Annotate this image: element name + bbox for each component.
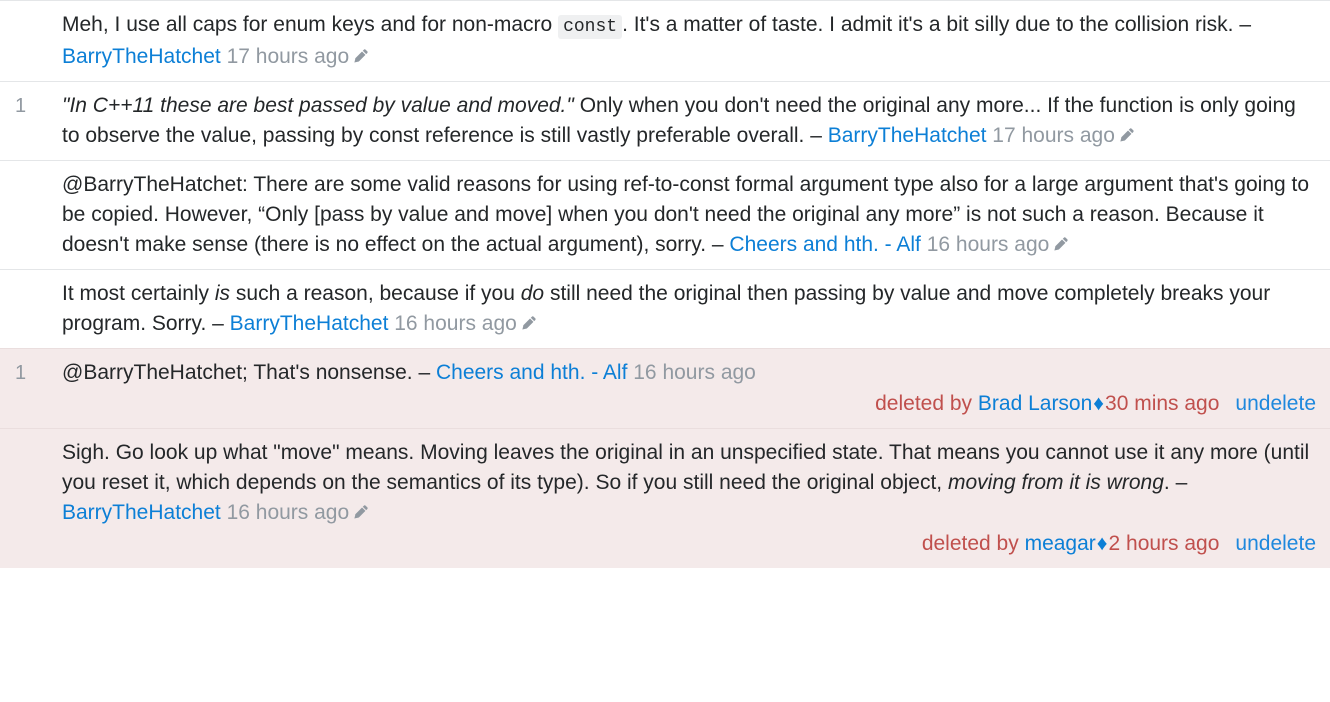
comment-score: 1 [15, 362, 27, 384]
edit-pencil-icon[interactable] [1053, 236, 1070, 253]
comment-body-cell: @BarryTheHatchet: There are some valid r… [62, 160, 1330, 270]
deleted-by-line: deleted by Brad Larson♦30 mins ago undele… [62, 389, 1316, 419]
comment-row: Meh, I use all caps for enum keys and fo… [0, 0, 1330, 82]
comment-copy: It most certainly is such a reason, beca… [62, 279, 1316, 339]
comment-row: 1 @BarryTheHatchet; That's nonsense. – Ch… [0, 348, 1330, 429]
comment-text: such a reason, because if you [230, 282, 521, 305]
comment-timestamp: 17 hours ago [220, 45, 350, 68]
comment-text: @BarryTheHatchet; That's nonsense. [62, 361, 419, 384]
undelete-link[interactable]: undelete [1235, 532, 1316, 555]
edit-pencil-icon[interactable] [353, 504, 370, 521]
comment-dash: – [212, 312, 230, 335]
comment-row: 1 "In C++11 these are best passed by valu… [0, 81, 1330, 161]
comment-copy: "In C++11 these are best passed by value… [62, 91, 1316, 151]
comment-score: 1 [15, 95, 27, 117]
comment-row: It most certainly is such a reason, beca… [0, 269, 1330, 349]
comment-score-cell [0, 160, 62, 270]
comment-text: @BarryTheHatchet: There are some valid r… [62, 173, 1310, 256]
comment-emphasis: is [214, 282, 231, 305]
comment-score [0, 442, 15, 464]
deleted-by-label: deleted by [875, 392, 973, 415]
comment-text: Meh, I use all caps for enum keys and fo… [62, 13, 559, 36]
comment-dash: – [1239, 13, 1252, 36]
comment-row: Sigh. Go look up what "move" means. Movi… [0, 428, 1330, 568]
edit-pencil-icon[interactable] [353, 48, 370, 65]
comment-dash: – [418, 361, 436, 384]
comment-text: It most certainly [62, 282, 215, 305]
moderator-diamond-icon: ♦ [1096, 532, 1108, 555]
comment-dash: – [1175, 471, 1188, 494]
comment-copy: @BarryTheHatchet: There are some valid r… [62, 170, 1316, 260]
deleting-moderator-link[interactable]: meagar [1025, 532, 1096, 555]
comment-copy: @BarryTheHatchet; That's nonsense. – Che… [62, 358, 1316, 388]
comment-dash: – [810, 124, 828, 147]
comments-list: Meh, I use all caps for enum keys and fo… [0, 0, 1330, 568]
comment-dash: – [711, 233, 730, 256]
deleting-moderator-link[interactable]: Brad Larson [978, 392, 1092, 415]
comment-author-link[interactable]: Cheers and hth. - Alf [729, 233, 920, 256]
deleted-timestamp: 2 hours ago [1108, 532, 1220, 555]
inline-code: const [558, 15, 623, 39]
comment-body-cell: @BarryTheHatchet; That's nonsense. – Che… [62, 348, 1330, 429]
comment-timestamp: 16 hours ago [627, 361, 756, 384]
comment-author-link[interactable]: BarryTheHatchet [230, 312, 389, 335]
moderator-diamond-icon: ♦ [1093, 392, 1105, 415]
comment-score [0, 174, 15, 196]
comment-copy: Sigh. Go look up what "move" means. Movi… [62, 438, 1316, 528]
comment-text: . [1163, 471, 1176, 494]
comment-copy: Meh, I use all caps for enum keys and fo… [62, 10, 1316, 72]
comment-score-cell: 1 [0, 348, 62, 429]
comment-timestamp: 16 hours ago [388, 312, 517, 335]
comment-score [0, 14, 15, 36]
edit-pencil-icon[interactable] [1119, 127, 1136, 144]
comment-timestamp: 16 hours ago [220, 501, 350, 524]
comment-row: @BarryTheHatchet: There are some valid r… [0, 160, 1330, 270]
comment-score-cell [0, 269, 62, 349]
comment-author-link[interactable]: BarryTheHatchet [62, 45, 221, 68]
comment-body-cell: It most certainly is such a reason, beca… [62, 269, 1330, 349]
comment-emphasis: do [520, 282, 545, 305]
comment-text: . It's a matter of taste. I admit it's a… [622, 13, 1240, 36]
deleted-by-line: deleted by meagar♦2 hours ago undelete [62, 529, 1316, 559]
comment-body-cell: Sigh. Go look up what "move" means. Movi… [62, 428, 1330, 568]
edit-pencil-icon[interactable] [521, 315, 538, 332]
comments-body: Meh, I use all caps for enum keys and fo… [0, 0, 1330, 568]
undelete-link[interactable]: undelete [1235, 392, 1316, 415]
comment-timestamp: 17 hours ago [986, 124, 1115, 147]
deleted-by-label: deleted by [921, 532, 1019, 555]
comment-score-cell: 1 [0, 81, 62, 161]
comment-author-link[interactable]: BarryTheHatchet [62, 501, 221, 524]
comment-score-cell [0, 428, 62, 568]
comment-body-cell: "In C++11 these are best passed by value… [62, 81, 1330, 161]
comment-emphasis: moving from it is wrong [947, 471, 1164, 494]
comment-score-cell [0, 0, 62, 82]
comment-body-cell: Meh, I use all caps for enum keys and fo… [62, 0, 1330, 82]
comment-author-link[interactable]: BarryTheHatchet [828, 124, 987, 147]
comment-timestamp: 16 hours ago [920, 233, 1050, 256]
comment-emphasis: "In C++11 these are best passed by value… [62, 94, 574, 117]
comment-score [0, 283, 15, 305]
comment-author-link[interactable]: Cheers and hth. - Alf [436, 361, 627, 384]
deleted-timestamp: 30 mins ago [1105, 392, 1220, 415]
